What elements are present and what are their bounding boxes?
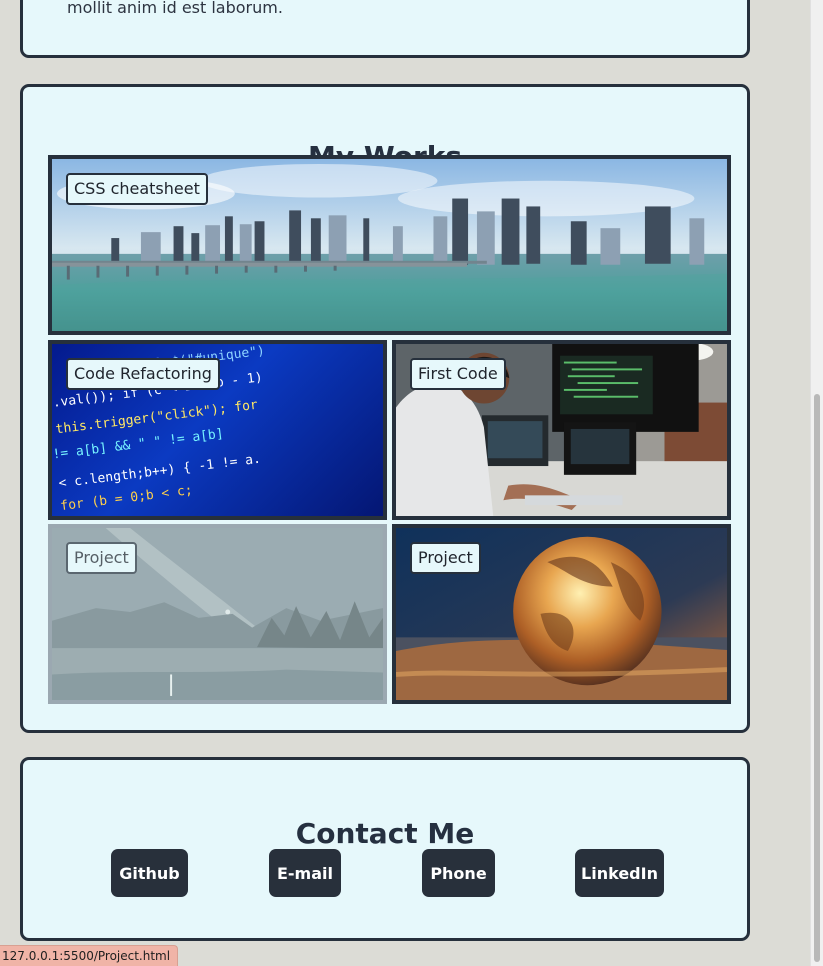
github-button[interactable]: Github <box>111 849 188 897</box>
work-label-project-night-sky: Project <box>66 542 137 574</box>
about-text: mollit anim id est laborum. <box>67 0 283 17</box>
work-item-project-globe[interactable]: Project <box>392 524 731 704</box>
work-label-code-refactoring: Code Refactoring <box>66 358 220 390</box>
linkedin-button[interactable]: LinkedIn <box>575 849 664 897</box>
work-item-code-refactoring[interactable]: .split(""); } $("#unique") .val()); if (… <box>48 340 387 520</box>
work-item-css-cheatsheet[interactable]: CSS cheatsheet <box>48 155 731 335</box>
scrollbar-thumb[interactable] <box>814 394 820 962</box>
contact-title: Contact Me <box>295 817 475 851</box>
work-label-first-code: First Code <box>410 358 506 390</box>
email-button[interactable]: E-mail <box>269 849 341 897</box>
work-label-project-globe: Project <box>410 542 481 574</box>
works-section: My Works <box>20 84 750 733</box>
about-card: mollit anim id est laborum. <box>20 0 750 58</box>
contact-section: Contact Me Github E-mail Phone LinkedIn <box>20 757 750 941</box>
page: mollit anim id est laborum. My Works <box>0 0 823 966</box>
work-label-css-cheatsheet: CSS cheatsheet <box>66 173 208 205</box>
work-item-first-code[interactable]: First Code <box>392 340 731 520</box>
phone-button[interactable]: Phone <box>422 849 495 897</box>
status-url: 127.0.0.1:5500/Project.html <box>0 945 179 966</box>
work-item-project-night-sky[interactable]: Project <box>48 524 387 704</box>
vertical-scrollbar[interactable] <box>810 0 823 966</box>
